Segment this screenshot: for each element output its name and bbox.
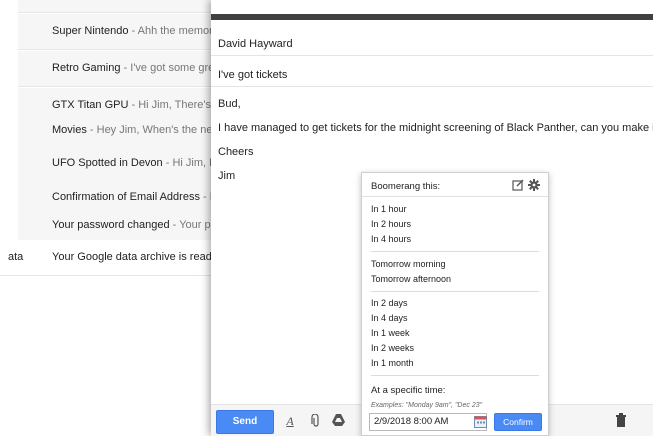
boomerang-option[interactable]: Tomorrow afternoon: [371, 274, 451, 284]
attach-icon[interactable]: [309, 413, 323, 428]
inbox-row[interactable]: UFO Spotted in Devon - Hi Jim, Did: [18, 146, 218, 182]
boomerang-option[interactable]: In 1 month: [371, 358, 414, 368]
gear-icon[interactable]: [528, 179, 540, 193]
boomerang-header: Boomerang this:: [362, 173, 548, 197]
inbox-row[interactable]: Movies - Hey Jim, When's the next M: [18, 113, 218, 149]
inbox-subject: GTX Titan GPU: [52, 99, 129, 111]
compose-title-bar[interactable]: [211, 14, 653, 20]
inbox-snippet: - Hey Jim, When's the next M: [89, 124, 218, 136]
inbox-snippet: - Hi Jim, Did: [165, 157, 218, 169]
specific-time-label: At a specific time:: [371, 385, 446, 396]
inbox-snippet: - Hi Jim, There's a g: [131, 99, 218, 111]
edit-icon[interactable]: [512, 179, 524, 193]
boomerang-option[interactable]: In 2 hours: [371, 219, 411, 229]
inbox-snippet: - I've got some great: [120, 62, 218, 74]
inbox-row-partial: [18, 0, 218, 13]
to-recipient: David Hayward: [218, 38, 293, 50]
calendar-icon[interactable]: [474, 415, 487, 428]
divider: [371, 291, 539, 292]
formatting-icon[interactable]: A: [283, 414, 297, 428]
send-button[interactable]: Send: [216, 410, 274, 434]
screen: Super Nintendo - Ahh the memories Retro …: [0, 0, 653, 436]
inbox-row[interactable]: Retro Gaming - I've got some great: [18, 51, 218, 87]
body-line: Bud,: [218, 98, 241, 110]
subject-field[interactable]: I've got tickets: [211, 57, 653, 87]
inbox-row[interactable]: Your password changed - Your pass: [18, 208, 218, 244]
inbox-list: Super Nintendo - Ahh the memories Retro …: [0, 0, 218, 436]
trash-icon[interactable]: [615, 413, 627, 427]
boomerang-option[interactable]: In 1 hour: [371, 204, 407, 214]
boomerang-option[interactable]: In 4 days: [371, 313, 408, 323]
body-line: Jim: [218, 170, 236, 182]
subject-text: I've got tickets: [218, 69, 288, 81]
inbox-subject: Your password changed: [52, 219, 170, 231]
inbox-subject: Confirmation of Email Address: [52, 191, 200, 203]
drive-icon[interactable]: [331, 414, 345, 428]
boomerang-option[interactable]: In 1 week: [371, 328, 410, 338]
examples-hint: Examples: "Monday 9am", "Dec 23": [371, 402, 483, 409]
divider: [371, 251, 539, 252]
boomerang-option[interactable]: In 4 hours: [371, 234, 411, 244]
inbox-row[interactable]: ata Your Google data archive is ready - …: [0, 240, 215, 276]
inbox-label-tag: ata: [8, 251, 24, 263]
boomerang-title: Boomerang this:: [371, 181, 441, 192]
confirm-button[interactable]: Confirm: [494, 413, 542, 431]
body-line: I have managed to get tickets for the mi…: [218, 122, 653, 134]
boomerang-option[interactable]: In 2 weeks: [371, 343, 414, 353]
boomerang-option[interactable]: In 2 days: [371, 298, 408, 308]
body-line: Cheers: [218, 146, 254, 158]
inbox-subject: Super Nintendo: [52, 25, 129, 37]
boomerang-popup: Boomerang this: In 1 hour In 2 hours In …: [361, 172, 549, 436]
divider: [371, 375, 539, 376]
inbox-subject: Retro Gaming: [52, 62, 121, 74]
inbox-row[interactable]: Super Nintendo - Ahh the memories: [18, 14, 218, 50]
boomerang-option[interactable]: Tomorrow morning: [371, 259, 446, 269]
inbox-subject: UFO Spotted in Devon: [52, 157, 163, 169]
datetime-input[interactable]: 2/9/2018 8:00 AM: [369, 413, 487, 431]
inbox-subject: Movies: [52, 124, 87, 136]
inbox-subject: Your Google data archive is ready: [52, 251, 215, 263]
to-field[interactable]: David Hayward: [211, 26, 653, 56]
inbox-snippet: - Ahh the memories: [128, 25, 219, 37]
compose-header-strip: [211, 0, 653, 14]
